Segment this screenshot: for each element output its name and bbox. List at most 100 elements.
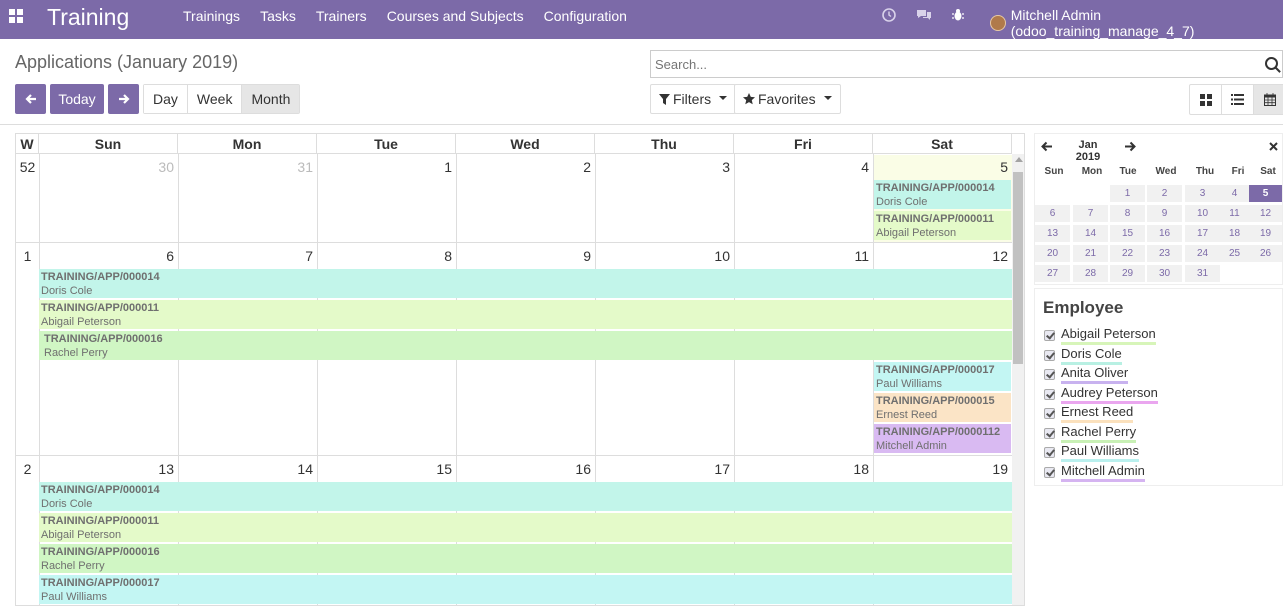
employee-filter-item[interactable]: Ernest Reed: [1044, 404, 1134, 423]
day-number[interactable]: 13: [144, 461, 174, 477]
mini-calendar-day[interactable]: 4: [1218, 185, 1251, 202]
checkbox-checked-icon[interactable]: [1044, 447, 1055, 458]
mini-calendar-day[interactable]: 11: [1218, 205, 1251, 222]
calendar-event[interactable]: TRAINING/APP/000014 Doris Cole: [39, 482, 1012, 511]
calendar-event[interactable]: TRAINING/APP/000016 Rachel Perry: [39, 544, 1012, 573]
mini-calendar-day[interactable]: 9: [1147, 205, 1182, 222]
calendar-event[interactable]: TRAINING/APP/000015 Ernest Reed: [874, 393, 1011, 422]
checkbox-checked-icon[interactable]: [1044, 428, 1055, 439]
employee-filter-item[interactable]: Mitchell Admin: [1044, 463, 1145, 482]
employee-filter-item[interactable]: Anita Oliver: [1044, 365, 1129, 384]
mode-month-button[interactable]: Month: [242, 85, 300, 113]
day-number[interactable]: 5: [978, 159, 1008, 175]
calendar-event[interactable]: TRAINING/APP/000014 Doris Cole: [39, 269, 1012, 298]
menu-item-courses[interactable]: Courses and Subjects: [379, 0, 532, 31]
filters-button[interactable]: Filters: [650, 84, 737, 114]
mini-calendar-day[interactable]: 14: [1073, 225, 1108, 242]
employee-filter-item[interactable]: Paul Williams: [1044, 443, 1140, 462]
mini-calendar-day[interactable]: 25: [1218, 245, 1251, 262]
calendar-event[interactable]: TRAINING/APP/000016 Rachel Perry: [39, 331, 1012, 360]
mini-calendar-day[interactable]: 29: [1110, 265, 1145, 282]
employee-filter-item[interactable]: Audrey Peterson: [1044, 385, 1158, 404]
calendar-view-icon[interactable]: [1254, 85, 1283, 114]
mini-calendar-day[interactable]: 17: [1185, 225, 1220, 242]
mini-calendar-day[interactable]: 26: [1249, 245, 1282, 262]
mini-calendar-day[interactable]: 18: [1218, 225, 1251, 242]
chat-bubbles-icon[interactable]: [916, 8, 932, 22]
mini-calendar-day[interactable]: 20: [1035, 245, 1070, 262]
mini-calendar-day[interactable]: 3: [1185, 185, 1220, 202]
scrollbar-thumb[interactable]: [1013, 172, 1023, 364]
search-icon[interactable]: [1265, 57, 1278, 70]
mini-calendar-day[interactable]: 28: [1073, 265, 1108, 282]
mini-calendar-day[interactable]: 24: [1185, 245, 1220, 262]
day-number[interactable]: 11: [839, 248, 869, 264]
checkbox-checked-icon[interactable]: [1044, 330, 1055, 341]
mini-calendar-day[interactable]: 30: [1147, 265, 1182, 282]
mode-day-button[interactable]: Day: [144, 85, 188, 113]
mini-calendar-day[interactable]: 7: [1073, 205, 1108, 222]
mini-calendar-day[interactable]: 21: [1073, 245, 1108, 262]
mini-calendar-day[interactable]: 1: [1110, 185, 1145, 202]
employee-filter-item[interactable]: Doris Cole: [1044, 346, 1122, 365]
mini-calendar-day[interactable]: 6: [1035, 205, 1070, 222]
search-bar[interactable]: [650, 50, 1283, 78]
search-input[interactable]: [651, 51, 1251, 77]
debug-bug-icon[interactable]: [951, 8, 965, 22]
checkbox-checked-icon[interactable]: [1044, 467, 1055, 478]
app-brand[interactable]: Training: [47, 4, 129, 31]
day-number[interactable]: 7: [283, 248, 313, 264]
menu-item-configuration[interactable]: Configuration: [536, 0, 635, 31]
mode-week-button[interactable]: Week: [187, 85, 243, 113]
day-number[interactable]: 30: [144, 159, 174, 175]
menu-item-trainings[interactable]: Trainings: [175, 0, 248, 31]
checkbox-checked-icon[interactable]: [1044, 408, 1055, 419]
checkbox-checked-icon[interactable]: [1044, 350, 1055, 361]
list-view-icon[interactable]: [1222, 85, 1254, 114]
next-month-arrow-icon[interactable]: [1124, 141, 1136, 152]
mini-calendar-day[interactable]: 5: [1249, 185, 1282, 202]
calendar-event[interactable]: TRAINING/APP/000011 Abigail Peterson: [39, 513, 1012, 542]
day-number[interactable]: 15: [422, 461, 452, 477]
calendar-event[interactable]: TRAINING/APP/0000112 Mitchell Admin: [874, 424, 1011, 453]
menu-item-tasks[interactable]: Tasks: [252, 0, 304, 31]
mini-calendar-day[interactable]: 23: [1147, 245, 1182, 262]
mini-calendar-day[interactable]: 12: [1249, 205, 1282, 222]
day-number[interactable]: 8: [422, 248, 452, 264]
user-menu[interactable]: Mitchell Admin (odoo_training_manage_4_7…: [990, 7, 1283, 39]
apps-menu-icon[interactable]: [9, 9, 23, 23]
day-number[interactable]: 6: [144, 248, 174, 264]
mini-calendar-day[interactable]: 22: [1110, 245, 1145, 262]
menu-item-trainers[interactable]: Trainers: [308, 0, 375, 31]
prev-month-arrow-icon[interactable]: [1041, 141, 1053, 152]
calendar-scrollbar[interactable]: [1012, 154, 1024, 605]
kanban-view-icon[interactable]: [1190, 85, 1222, 114]
day-number[interactable]: 19: [978, 461, 1008, 477]
close-icon[interactable]: [1269, 142, 1278, 151]
mini-calendar-day[interactable]: 10: [1185, 205, 1220, 222]
day-number[interactable]: 2: [561, 159, 591, 175]
favorites-button[interactable]: Favorites: [734, 84, 841, 114]
mini-calendar-day[interactable]: 8: [1110, 205, 1145, 222]
mini-calendar-day[interactable]: 15: [1110, 225, 1145, 242]
day-number[interactable]: 12: [978, 248, 1008, 264]
mini-calendar-day[interactable]: 19: [1249, 225, 1282, 242]
day-number[interactable]: 10: [700, 248, 730, 264]
calendar-event[interactable]: TRAINING/APP/000014 Doris Cole: [874, 180, 1011, 209]
scroll-up-arrow-icon[interactable]: [1015, 157, 1023, 162]
checkbox-checked-icon[interactable]: [1044, 389, 1055, 400]
activity-clock-icon[interactable]: [882, 8, 896, 22]
employee-filter-item[interactable]: Rachel Perry: [1044, 424, 1137, 443]
calendar-event[interactable]: TRAINING/APP/000011 Abigail Peterson: [39, 300, 1012, 329]
calendar-event[interactable]: TRAINING/APP/000011 Abigail Peterson: [874, 211, 1011, 240]
checkbox-checked-icon[interactable]: [1044, 369, 1055, 380]
day-number[interactable]: 31: [283, 159, 313, 175]
day-number[interactable]: 16: [561, 461, 591, 477]
day-number[interactable]: 14: [283, 461, 313, 477]
mini-calendar-day[interactable]: 27: [1035, 265, 1070, 282]
today-button[interactable]: Today: [50, 84, 104, 114]
prev-button[interactable]: [15, 84, 46, 114]
day-number[interactable]: 9: [561, 248, 591, 264]
mini-calendar-day[interactable]: 13: [1035, 225, 1070, 242]
mini-calendar-day[interactable]: 2: [1147, 185, 1182, 202]
